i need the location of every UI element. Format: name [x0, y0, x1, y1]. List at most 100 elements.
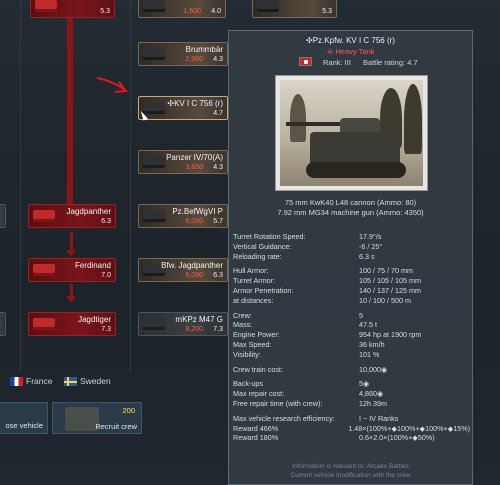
vehicle-card[interactable]: 1,600 4.0 [138, 0, 226, 18]
main-gun: 75 mm KwK40 L48 cannon (Ammo: 80) [284, 198, 417, 207]
battle-rating: 7.3 [101, 326, 111, 333]
stat-label: Turret Rotation Speed: [233, 232, 306, 241]
tank-icon [143, 318, 165, 330]
vehicle-card-bfw-jagdpanther[interactable]: Bfw. Jagdpanther 6,090 6.3 [138, 258, 228, 282]
tank-icon [143, 210, 165, 222]
recruit-cost: 200 [122, 406, 135, 415]
reward-sl-value: 0.6×2.0×(100%+◆50%) [359, 433, 435, 443]
vehicle-stats: Turret Rotation Speed: 17.9°/s Vertical G… [233, 232, 470, 443]
battle-rating: 4.7 [213, 110, 223, 117]
nation-france[interactable]: France [26, 376, 52, 386]
vehicle-name: Brummbär [185, 45, 223, 54]
stat-label: Turret Armor: [233, 276, 276, 286]
vehicle-name: Panzer IV/70(A) [166, 153, 223, 162]
elite-link-arrow [66, 296, 76, 303]
stat-value: 101 % [359, 349, 380, 359]
reward-rp-label: Reward 466% [233, 423, 279, 433]
vehicle-name: Jagdtiger [78, 315, 111, 324]
annotation-arrow-icon [96, 77, 128, 93]
vehicle-name: ✣KV I C 756 (r) [167, 99, 223, 108]
elite-link-arrow [66, 250, 76, 257]
stat-label: Free repair time (with crew): [233, 398, 323, 408]
vehicle-card-mkpz-m47-g[interactable]: mKPz M47 G 8,200 7.3 [138, 312, 228, 336]
vehicle-card[interactable]: 5.3 [30, 0, 115, 18]
stat-value: 47.5 t [359, 320, 377, 330]
stat-value: 140 / 137 / 125 mm [359, 285, 421, 295]
vehicle-class: ☠ Heavy Tank [326, 47, 375, 56]
footnote-battle-mode: Information is relevant to: Arcade Battl… [292, 463, 409, 470]
tank-icon [143, 48, 165, 60]
tooltip-footnote: Information is relevant to: Arcade Battl… [229, 462, 472, 480]
stat-value: 12h 39m [359, 398, 387, 408]
tank-icon [33, 210, 55, 222]
battle-rating: 5.7 [213, 218, 223, 225]
tank-icon [35, 0, 57, 12]
stat-value: 10 / 100 / 500 m [359, 295, 411, 305]
choose-vehicle-button[interactable]: ose vehicle [0, 402, 48, 434]
battle-rating: 7.3 [213, 326, 223, 333]
research-cost: 8,200 [185, 326, 203, 333]
germany-flag-icon [299, 57, 312, 66]
crew-train-value: 10,000◉ [359, 364, 388, 374]
vehicle-card-jagdtiger[interactable]: Jagdtiger 7.3 [28, 312, 116, 336]
stat-value: 4,860◉ [359, 389, 384, 399]
stat-label: Armor Penetration: [233, 285, 294, 295]
stat-label: Engine Power: [233, 330, 280, 340]
vehicle-photo [275, 75, 428, 191]
stat-value: 6.3 s [359, 251, 375, 261]
battle-rating: 6.3 [101, 218, 111, 225]
tooltip-vehicle-title: ✣Pz.Kpfw. KV I C 756 (r) [306, 36, 395, 45]
battle-rating: 6.3 [213, 272, 223, 279]
elite-link-line [67, 14, 73, 204]
machine-gun: 7.92 mm MG34 machine gun (Ammo: 4350) [277, 208, 424, 217]
vehicle-name: Jagdpanther [66, 207, 111, 216]
stat-label: Reloading rate: [233, 251, 282, 261]
crew-portrait-icon [65, 407, 99, 431]
recruit-crew-button[interactable]: 200 Recruit crew [52, 402, 142, 434]
reward-rp-value: 1.48×(100%+◆100%+◆100%+◆15%) [348, 423, 470, 433]
battle-rating: 4.3 [213, 164, 223, 171]
vehicle-card[interactable] [0, 204, 6, 228]
vehicle-card-pzbefwg-vi-p[interactable]: Pz.BefWgVI P 6,090 5.7 [138, 204, 228, 228]
stat-value: 5◉ [359, 379, 370, 389]
stat-label: Max Speed: [233, 339, 272, 349]
research-efficiency-value: I ~ IV Ranks [359, 413, 399, 423]
battle-rating: 4.3 [213, 56, 223, 63]
battle-rating: 7.0 [101, 272, 111, 279]
stat-value: 17.9°/s [359, 232, 382, 241]
research-cost: 1,600 [183, 8, 201, 15]
stat-label: Crew: [233, 310, 252, 320]
vehicle-name: mKPz M47 G [175, 315, 223, 324]
reward-sl-label: Reward 180% [233, 433, 279, 443]
vehicle-card-kv-i-c-756[interactable]: ✣KV I C 756 (r) 4.7 [138, 96, 228, 120]
stat-value: 100 / 75 / 70 mm [359, 266, 413, 276]
france-flag-icon [10, 377, 23, 386]
nation-bar: France Sweden [0, 372, 228, 388]
vehicle-card-panzer-iv-70a[interactable]: Panzer IV/70(A) 3,850 4.3 [138, 150, 228, 174]
nation-sweden[interactable]: Sweden [80, 376, 111, 386]
stat-label: Mass: [233, 320, 253, 330]
vehicle-name: Bfw. Jagdpanther [161, 261, 223, 270]
tree-column-divider [20, 0, 21, 372]
vehicle-card[interactable]: 5.3 [252, 0, 337, 18]
crew-train-label: Crew train cost: [233, 364, 283, 374]
vehicle-card-ferdinand[interactable]: Ferdinand 7.0 [28, 258, 116, 282]
tank-icon [257, 0, 279, 12]
research-efficiency-label: Max vehicle research efficiency: [233, 413, 335, 423]
vehicle-card-brummbar[interactable]: Brummbär 2,980 4.3 [138, 42, 228, 66]
stat-label: Vertical Guidance: [233, 241, 292, 251]
vehicle-name: Pz.BefWgVI P [172, 207, 223, 216]
stat-label: Hull Armor: [233, 266, 269, 276]
research-cost: 6,090 [185, 272, 203, 279]
stat-label: at distances: [233, 295, 274, 305]
research-cost: 2,980 [185, 56, 203, 63]
stat-value: 954 hp at 1900 rpm [359, 330, 422, 340]
stat-value: -6 / 25° [359, 241, 383, 251]
vehicle-card-jagdpanther[interactable]: Jagdpanther 6.3 [28, 204, 116, 228]
stat-label: Max repair cost: [233, 389, 285, 399]
tank-icon [143, 156, 165, 168]
tank-icon [33, 318, 55, 330]
vehicle-name: Ferdinand [74, 261, 111, 270]
tank-icon [143, 0, 165, 12]
vehicle-card[interactable] [0, 312, 6, 336]
